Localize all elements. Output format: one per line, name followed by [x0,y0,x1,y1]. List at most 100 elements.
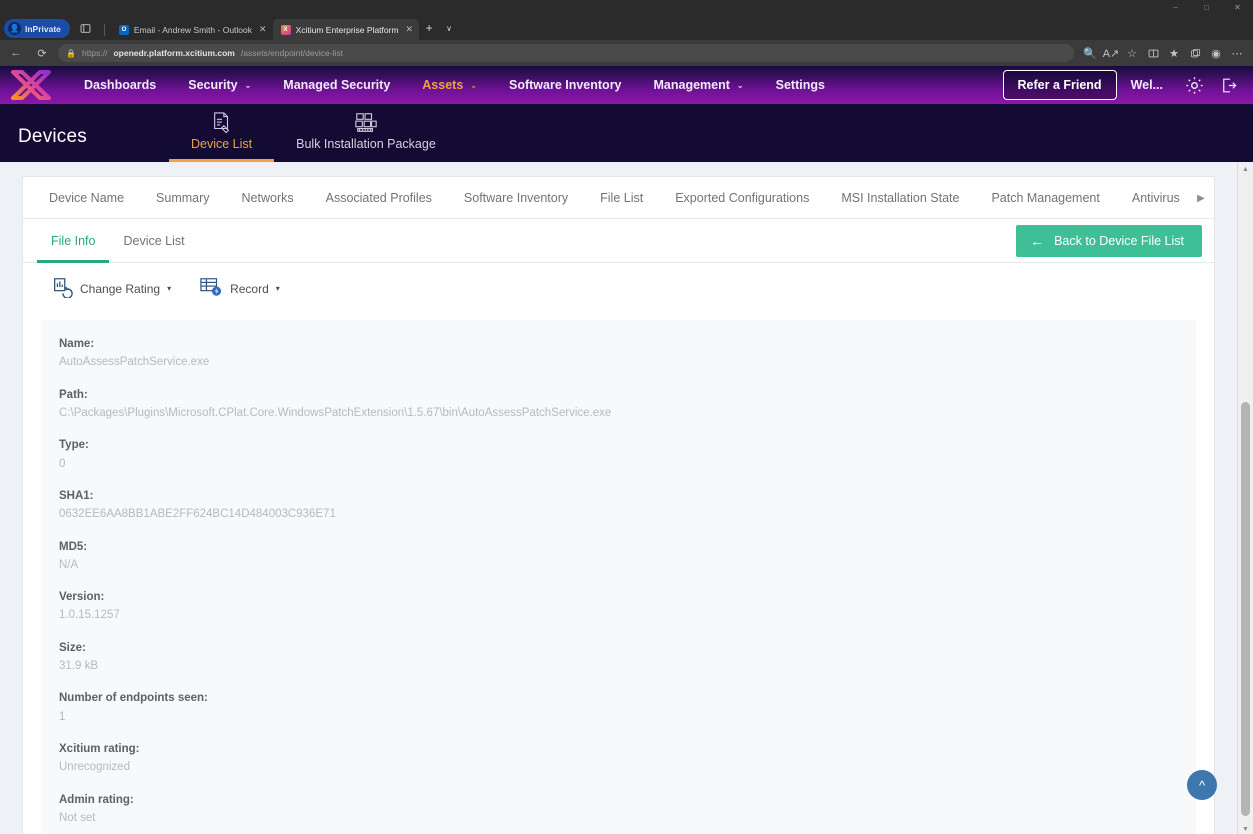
new-tab-button[interactable]: + [419,18,439,38]
module-tabs-scroll-right-icon[interactable]: ▶ [1188,177,1214,219]
address-bar[interactable]: 🔒 https://openedr.platform.xcitium.com/a… [58,44,1074,62]
change-rating-button[interactable]: Change Rating ▾ [51,276,171,301]
field-label: Number of endpoints seen: [59,690,1178,707]
xcitium-app: Dashboards Security ⌄ Managed Security A… [0,66,1253,834]
xcitium-logo[interactable] [8,68,54,102]
module-tab-patch-management[interactable]: Patch Management [975,191,1115,205]
scrollbar-down-arrow-icon[interactable]: ▼ [1238,822,1253,834]
module-tab-msi-installation-state[interactable]: MSI Installation State [825,191,975,205]
inprivate-label: InPrivate [25,24,61,34]
browser-tab-outlook[interactable]: O Email - Andrew Smith - Outlook ✕ [111,19,273,40]
back-icon[interactable]: ← [6,43,26,63]
collections-icon[interactable] [1185,43,1205,63]
reload-icon[interactable]: ⟳ [32,43,52,63]
scrollbar-up-arrow-icon[interactable]: ▲ [1238,162,1253,176]
nav-item-assets[interactable]: Assets ⌄ [406,78,493,92]
module-tab-networks[interactable]: Networks [226,191,310,205]
gear-icon[interactable] [1177,68,1211,102]
field-value: 1.0.15.1257 [59,606,1178,624]
close-tab-icon[interactable]: ✕ [406,24,414,35]
split-screen-icon[interactable] [1143,43,1163,63]
file-info-row-size: Size: 31.9 kB [59,640,1178,676]
back-button-label: Back to Device File List [1054,234,1184,248]
minimize-button[interactable]: – [1160,0,1191,16]
browser-toolbar: ← ⟳ 🔒 https://openedr.platform.xcitium.c… [0,40,1253,66]
field-value: Not set [59,809,1178,827]
section-tab-device-list[interactable]: Device List [109,219,198,262]
field-value: 1 [59,708,1178,726]
site-info-icon[interactable]: 🔒 [66,49,76,58]
welcome-menu[interactable]: Wel... [1117,78,1177,92]
subtab-device-list[interactable]: Device List [169,104,274,162]
module-tab-file-list[interactable]: File List [584,191,659,205]
field-label: Name: [59,336,1178,353]
nav-label: Management [654,78,730,92]
nav-label: Dashboards [84,78,156,92]
profile-avatar-icon: 👤 [8,22,21,35]
nav-item-settings[interactable]: Settings [760,78,841,92]
xcitium-icon: X [281,25,291,35]
zoom-icon[interactable]: 🔍 [1080,43,1100,63]
field-label: Type: [59,437,1178,454]
nav-item-security[interactable]: Security ⌄ [172,78,267,92]
main-nav: Dashboards Security ⌄ Managed Security A… [0,66,1253,104]
file-info-row-name: Name: AutoAssessPatchService.exe [59,336,1178,372]
field-label: Path: [59,387,1178,404]
section-tab-file-info[interactable]: File Info [37,219,109,262]
bulk-package-icon [354,109,378,135]
action-label: Record [230,282,269,296]
module-tab-associated-profiles[interactable]: Associated Profiles [310,191,448,205]
device-list-icon [211,109,233,135]
module-tab-device-name[interactable]: Device Name [33,191,140,205]
refer-a-friend-button[interactable]: Refer a Friend [1003,70,1117,100]
nav-label: Security [188,78,237,92]
field-value: 0 [59,455,1178,473]
nav-label: Software Inventory [509,78,622,92]
nav-item-dashboards[interactable]: Dashboards [68,78,172,92]
file-info-row-endpoints-seen: Number of endpoints seen: 1 [59,690,1178,726]
window-controls: – □ ✕ [1160,0,1253,16]
field-label: SHA1: [59,488,1178,505]
file-info-row-version: Version: 1.0.15.1257 [59,589,1178,625]
tab-actions-icon[interactable] [76,18,96,38]
subtab-label: Device List [191,137,252,162]
outlook-icon: O [119,25,129,35]
url-domain: openedr.platform.xcitium.com [113,48,234,58]
file-info-row-type: Type: 0 [59,437,1178,473]
nav-item-software-inventory[interactable]: Software Inventory [493,78,638,92]
nav-item-management[interactable]: Management ⌄ [638,78,760,92]
module-tab-software-inventory[interactable]: Software Inventory [448,191,584,205]
subtab-bulk-installation-package[interactable]: Bulk Installation Package [274,104,458,162]
record-button[interactable]: Record ▾ [199,276,280,301]
settings-more-icon[interactable]: ⋯ [1227,43,1247,63]
close-window-button[interactable]: ✕ [1222,0,1253,16]
module-tab-summary[interactable]: Summary [140,191,225,205]
field-label: Version: [59,589,1178,606]
module-tab-exported-configurations[interactable]: Exported Configurations [659,191,825,205]
close-tab-icon[interactable]: ✕ [259,24,267,35]
section-tab-row: File Info Device List ← Back to Device F… [23,219,1214,263]
action-bar: Change Rating ▾ [23,263,1214,314]
back-to-device-file-list-button[interactable]: ← Back to Device File List [1016,225,1202,257]
file-info-row-path: Path: C:\Packages\Plugins\Microsoft.CPla… [59,387,1178,423]
browser-tab-xcitium[interactable]: X Xcitium Enterprise Platform ✕ [273,19,420,40]
scrollbar-thumb[interactable] [1241,402,1250,816]
nav-item-managed-security[interactable]: Managed Security [267,78,406,92]
browser-essentials-icon[interactable]: ◉ [1206,43,1226,63]
module-tab-antivirus[interactable]: Antivirus [1116,191,1196,205]
scroll-to-top-button[interactable]: ^ [1187,770,1217,800]
field-value: 31.9 kB [59,657,1178,675]
maximize-button[interactable]: □ [1191,0,1222,16]
field-value: C:\Packages\Plugins\Microsoft.CPlat.Core… [59,404,1178,422]
page-scrollbar[interactable]: ▲ ▼ [1237,162,1253,834]
browser-tabstrip: 👤 InPrivate O Email - Andrew Smith - Out… [0,16,1253,40]
file-info-row-admin-rating: Admin rating: Not set [59,792,1178,828]
read-aloud-icon[interactable]: A↗ [1101,43,1121,63]
favorite-icon[interactable]: ☆ [1122,43,1142,63]
logout-icon[interactable] [1211,68,1245,102]
inprivate-badge[interactable]: 👤 InPrivate [4,19,70,38]
tab-dropdown-icon[interactable]: ∨ [439,18,459,38]
toolbar-right-icons: 🔍 A↗ ☆ ★ ◉ ⋯ [1080,43,1247,63]
field-value: AutoAssessPatchService.exe [59,353,1178,371]
add-favorite-icon[interactable]: ★ [1164,43,1184,63]
